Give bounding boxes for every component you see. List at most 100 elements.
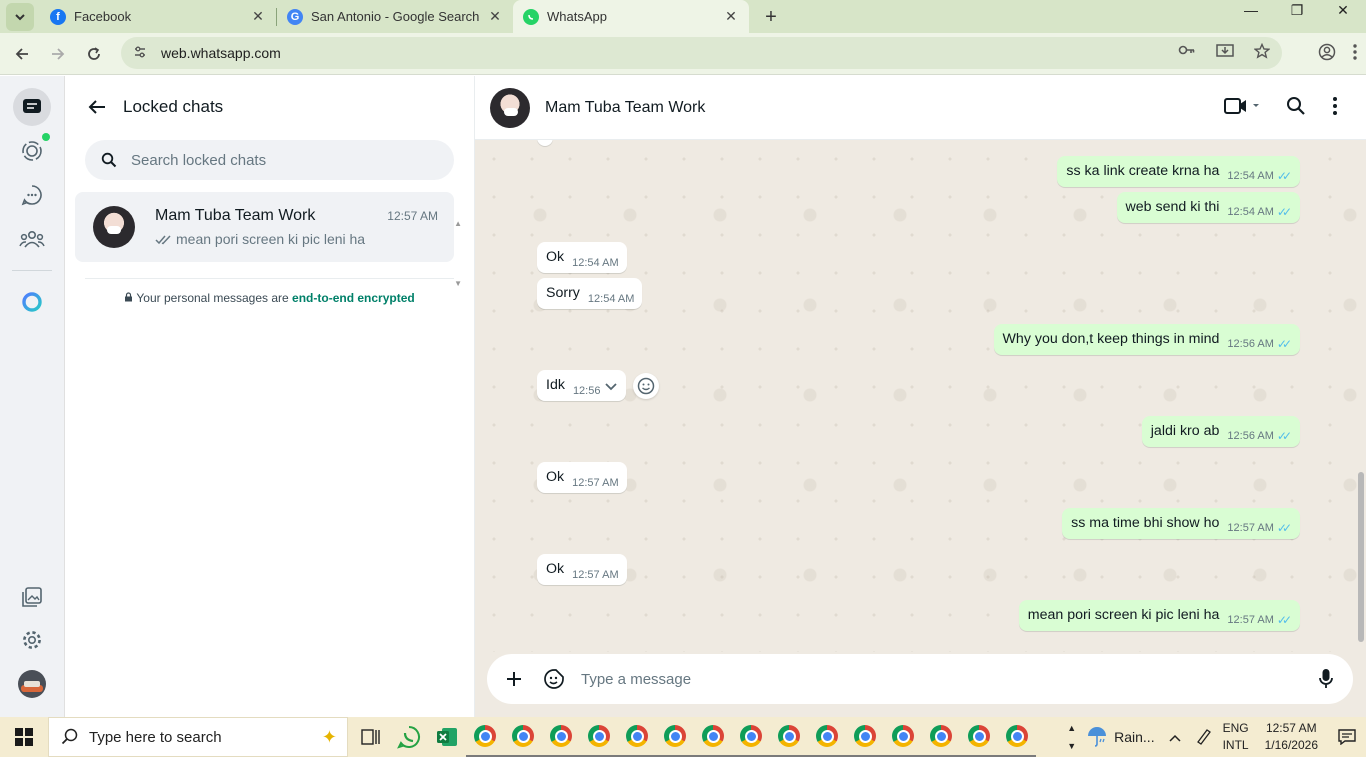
encryption-text: Your personal messages are [136, 291, 293, 305]
taskbar-search-input[interactable]: Type here to search ✦ [48, 717, 348, 757]
chrome-icon[interactable] [884, 717, 922, 757]
read-ticks-icon: ✓✓ [1276, 169, 1292, 183]
excel-icon[interactable] [428, 717, 466, 757]
scrollbar-thumb[interactable] [1358, 472, 1364, 642]
message-bubble[interactable]: Why you don,t keep things in mind 12:56 … [993, 324, 1300, 355]
chrome-icon[interactable] [466, 717, 504, 757]
video-call-icon[interactable] [1224, 97, 1260, 120]
restore-icon[interactable]: ❐ [1274, 0, 1320, 20]
encryption-link[interactable]: end-to-end encrypted [292, 291, 415, 305]
tab-google-search[interactable]: G San Antonio - Google Search ✕ [277, 0, 513, 33]
show-hidden-icons-icon[interactable] [1169, 730, 1181, 745]
chrome-icon[interactable] [732, 717, 770, 757]
profile-icon[interactable] [1318, 43, 1336, 66]
tab-whatsapp[interactable]: WhatsApp ✕ [513, 0, 749, 33]
close-tab-icon[interactable]: ✕ [487, 8, 503, 25]
chrome-icon[interactable] [504, 717, 542, 757]
system-tray: ▲ ▼ Rain... ENG INTL 12:57 AM 1/16/2026 [1067, 717, 1366, 757]
more-options-icon[interactable] [1332, 96, 1338, 121]
lock-icon [125, 292, 133, 302]
weather-widget[interactable]: Rain... [1086, 726, 1155, 748]
minimize-icon[interactable]: — [1228, 0, 1274, 20]
contact-avatar[interactable] [490, 87, 530, 128]
message-time: 12:57 AM [1227, 522, 1274, 534]
tab-search-menu-button[interactable] [6, 3, 34, 31]
site-info-icon[interactable] [133, 45, 149, 62]
message-list[interactable]: ss ka link create krna ha 12:54 AM ✓✓ web… [475, 140, 1366, 652]
profile-avatar[interactable] [13, 665, 51, 703]
microphone-icon[interactable] [1313, 666, 1339, 692]
whatsapp-taskbar-icon[interactable] [390, 717, 428, 757]
read-ticks-icon: ✓✓ [1276, 205, 1292, 219]
forward-icon[interactable] [40, 36, 76, 72]
message-bubble[interactable]: ss ka link create krna ha 12:54 AM ✓✓ [1057, 156, 1300, 187]
channels-icon[interactable] [13, 176, 51, 214]
chrome-icon[interactable] [960, 717, 998, 757]
task-view-icon[interactable] [352, 717, 390, 757]
communities-icon[interactable] [13, 220, 51, 258]
chrome-icon[interactable] [580, 717, 618, 757]
contact-name[interactable]: Mam Tuba Team Work [545, 99, 705, 117]
message-bubble[interactable]: mean pori screen ki pic leni ha 12:57 AM… [1018, 600, 1300, 631]
new-tab-button[interactable]: + [757, 3, 785, 31]
chats-icon[interactable] [13, 88, 51, 126]
chrome-icon[interactable] [922, 717, 960, 757]
message-time: 12:54 AM [1227, 170, 1274, 182]
message-bubble[interactable]: jaldi kro ab 12:56 AM ✓✓ [1141, 416, 1300, 447]
settings-gear-icon[interactable] [13, 621, 51, 659]
close-tab-icon[interactable]: ✕ [250, 8, 266, 25]
bookmark-star-icon[interactable] [1253, 42, 1271, 63]
back-arrow-icon[interactable] [77, 87, 117, 127]
notifications-icon[interactable] [1332, 729, 1362, 745]
search-icon[interactable] [1286, 96, 1306, 121]
chrome-icon[interactable] [618, 717, 656, 757]
message-bubble-hovered[interactable]: Idk 12:56 [537, 370, 627, 401]
status-icon[interactable] [13, 132, 51, 170]
chrome-icon[interactable] [770, 717, 808, 757]
message-scrollbar[interactable] [1358, 142, 1364, 646]
message-bubble[interactable]: Sorry 12:54 AM [537, 278, 643, 309]
message-time: 12:56 AM [1227, 338, 1274, 350]
search-input[interactable]: Search locked chats [85, 140, 454, 180]
double-check-icon [155, 234, 171, 244]
message-text: Ok [546, 249, 565, 265]
back-icon[interactable] [4, 36, 40, 72]
chrome-icon[interactable] [694, 717, 732, 757]
message-bubble[interactable]: web send ki thi 12:54 AM ✓✓ [1116, 192, 1300, 223]
react-emoji-icon[interactable] [633, 373, 659, 399]
message-input[interactable]: Type a message [581, 671, 1313, 688]
message-bubble[interactable]: Ok 12:57 AM [537, 554, 627, 585]
taskbar-clock[interactable]: 12:57 AM 1/16/2026 [1265, 720, 1318, 754]
message-bubble[interactable]: ss ma time bhi show ho 12:57 AM ✓✓ [1062, 508, 1300, 539]
password-key-icon[interactable] [1178, 43, 1196, 63]
meta-ai-icon[interactable] [13, 283, 51, 321]
message-bubble[interactable]: Ok 12:54 AM [537, 242, 627, 273]
chrome-icon[interactable] [998, 717, 1036, 757]
windows-start-icon[interactable] [0, 717, 48, 757]
language-indicator[interactable]: ENG INTL [1223, 720, 1249, 754]
message-time: 12:57 AM [572, 477, 619, 489]
message-menu-chevron-icon[interactable] [604, 381, 618, 395]
install-app-icon[interactable] [1216, 43, 1234, 63]
chat-list-item[interactable]: Mam Tuba Team Work 12:57 AM mean pori sc… [75, 192, 454, 262]
message-bubble[interactable]: Ok 12:57 AM [537, 462, 627, 493]
message-bubble-partial [537, 140, 553, 146]
taskbar-scroll-arrows[interactable]: ▲ ▼ [1067, 719, 1076, 755]
tab-facebook[interactable]: f Facebook ✕ [40, 0, 276, 33]
browser-menu-icon[interactable] [1352, 43, 1358, 66]
message-time: 12:56 AM [1227, 430, 1274, 442]
chrome-icon[interactable] [656, 717, 694, 757]
pen-icon[interactable] [1195, 727, 1213, 748]
sticker-emoji-icon[interactable] [541, 666, 567, 692]
reload-icon[interactable] [76, 36, 112, 72]
address-bar[interactable]: web.whatsapp.com [121, 37, 1282, 69]
chrome-icon[interactable] [808, 717, 846, 757]
close-window-icon[interactable]: ✕ [1320, 0, 1366, 20]
media-icon[interactable] [13, 578, 51, 616]
page-title: Locked chats [123, 97, 224, 116]
attach-plus-icon[interactable] [501, 666, 527, 692]
close-tab-icon[interactable]: ✕ [723, 8, 739, 25]
chrome-icon[interactable] [542, 717, 580, 757]
chrome-icon[interactable] [846, 717, 884, 757]
conversation-header[interactable]: Mam Tuba Team Work [475, 76, 1366, 140]
